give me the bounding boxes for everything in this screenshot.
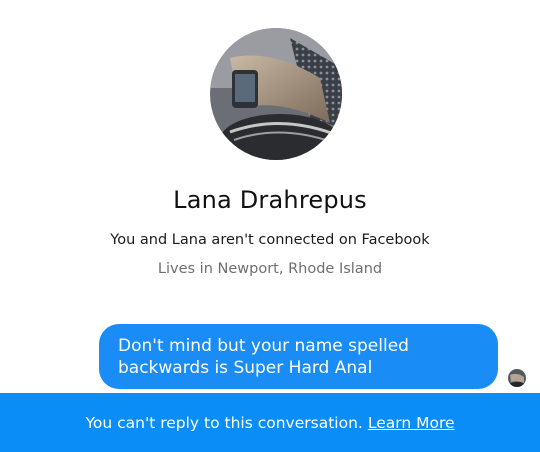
location-text: Lives in Newport, Rhode Island [157, 261, 383, 277]
messenger-conversation-screen: Lana Drahrepus You and Lana aren't conne… [0, 0, 540, 452]
message-line: Don't mind but your name spelled [118, 336, 409, 356]
connection-status-text: You and Lana aren't connected on Faceboo… [110, 232, 430, 248]
profile-name: Lana Drahrepus [173, 186, 367, 214]
cant-reply-banner: You can't reply to this conversation. Le… [0, 393, 540, 452]
learn-more-link[interactable]: Learn More [368, 414, 455, 432]
read-receipt-avatar-icon [508, 369, 526, 387]
profile-photo-image [210, 28, 342, 160]
profile-photo[interactable] [210, 28, 342, 160]
message-bubble[interactable]: Don't mind but your name spelled backwar… [99, 324, 498, 389]
message-line: backwards is Super Hard Anal [118, 358, 373, 378]
cant-reply-notice: You can't reply to this conversation. [85, 413, 363, 432]
